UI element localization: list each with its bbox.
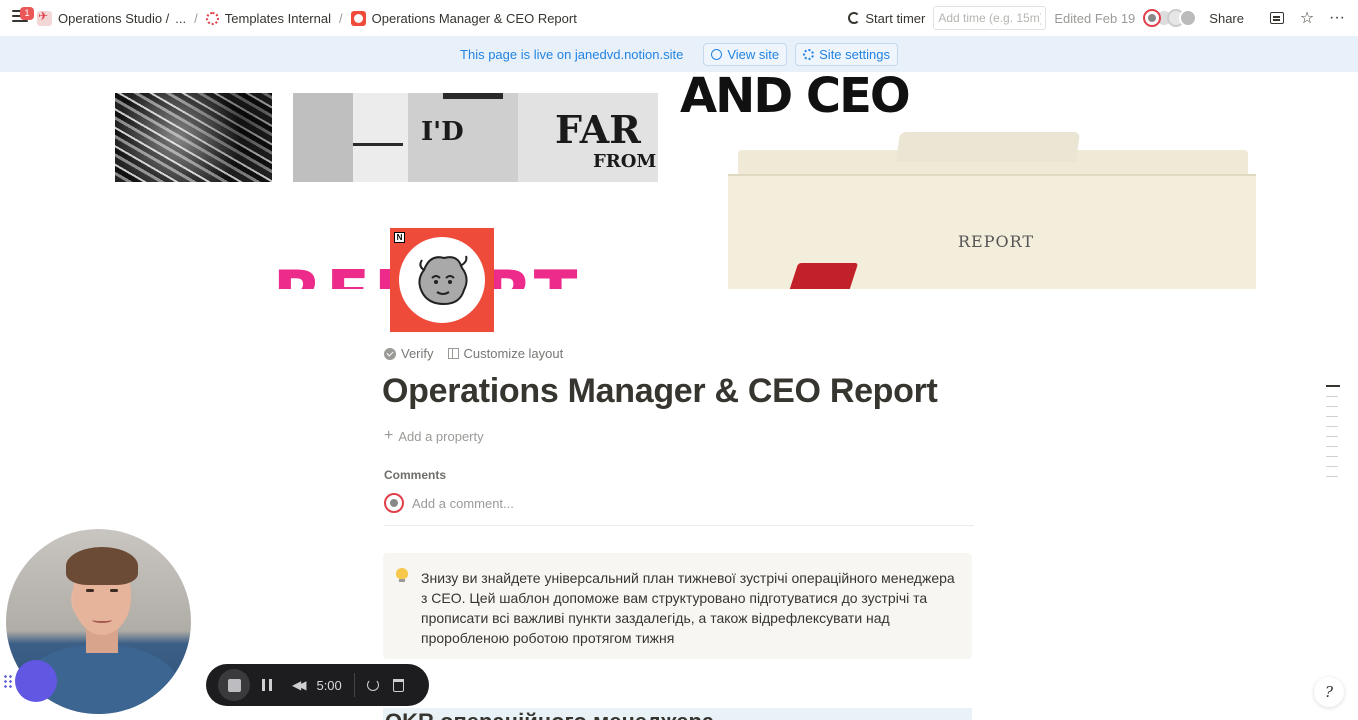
character-illustration-icon: [399, 237, 485, 323]
favorite-button[interactable]: ☆: [1292, 3, 1322, 33]
recorder-avatar-button[interactable]: [15, 660, 57, 702]
star-icon: ☆: [1299, 10, 1315, 27]
notion-logo-icon: N: [394, 232, 405, 243]
breadcrumb-label: Templates Internal: [224, 10, 331, 26]
comment-placeholder: Add a comment...: [412, 495, 514, 511]
collage-text: I'D: [421, 117, 464, 147]
customize-layout-label: Customize layout: [463, 346, 564, 361]
add-property-button[interactable]: + Add a property: [384, 427, 484, 445]
verify-button[interactable]: Verify: [384, 346, 434, 361]
dotted-circle-icon: [205, 11, 219, 25]
breadcrumb: Operations Studio / ... / Templates Inte…: [37, 0, 577, 36]
help-icon: ?: [1324, 683, 1334, 701]
lightbulb-icon: [396, 568, 408, 582]
avatar: [384, 493, 404, 513]
view-site-label: View site: [727, 46, 780, 62]
collage-text: FAR: [555, 107, 641, 152]
edited-timestamp[interactable]: Edited Feb 19: [1054, 11, 1135, 26]
recording-timer: 5:00: [316, 677, 342, 693]
drag-handle-icon[interactable]: [3, 674, 13, 688]
start-timer-label: Start timer: [865, 10, 926, 26]
page-avatar-icon: [350, 10, 366, 26]
live-site-text[interactable]: This page is live on janedvd.notion.site: [460, 47, 683, 62]
breadcrumb-item-templates-internal[interactable]: Templates Internal: [205, 10, 331, 26]
breadcrumb-item-ellipsis[interactable]: ...: [175, 11, 186, 26]
verify-label: Verify: [401, 346, 434, 361]
live-site-banner: This page is live on janedvd.notion.site…: [0, 36, 1358, 72]
cover-marble-texture: [115, 93, 272, 182]
rewind-button[interactable]: ◀◀: [292, 678, 307, 692]
page-icon[interactable]: N: [390, 228, 494, 332]
view-site-button[interactable]: View site: [703, 42, 788, 66]
breadcrumb-item-operations-studio[interactable]: Operations Studio /: [37, 9, 170, 26]
restart-button[interactable]: [366, 679, 379, 691]
comments-heading: Comments: [384, 468, 447, 482]
breadcrumb-label: ...: [175, 10, 187, 26]
globe-icon: [711, 48, 723, 60]
page-header-actions: Verify Customize layout: [384, 346, 563, 361]
time-input[interactable]: [933, 6, 1047, 30]
stop-recording-button[interactable]: [218, 669, 250, 701]
callout-text: Знизу ви знайдете універсальний план тиж…: [421, 570, 955, 646]
help-button[interactable]: ?: [1314, 677, 1344, 707]
folder-red-tab: [789, 263, 859, 289]
table-of-contents[interactable]: [1326, 385, 1340, 486]
cover-folder: REPORT: [728, 132, 1256, 289]
avatar: [1179, 9, 1198, 27]
delete-recording-button[interactable]: [392, 678, 404, 692]
gear-icon: [803, 48, 815, 60]
pause-button[interactable]: [262, 679, 272, 691]
add-property-label: Add a property: [398, 428, 484, 444]
top-bar: 1 Operations Studio / ... / Templates In…: [0, 0, 1358, 36]
site-settings-label: Site settings: [819, 46, 890, 62]
breadcrumb-item-current-page[interactable]: Operations Manager & CEO Report: [350, 10, 577, 26]
verified-check-icon: [384, 347, 396, 360]
airplane-icon: [37, 9, 52, 26]
divider: [353, 673, 355, 697]
collage-text: FROM: [593, 151, 657, 172]
notification-badge[interactable]: 1: [20, 7, 34, 20]
timer-icon: [848, 12, 861, 24]
callout-block[interactable]: Знизу ви знайдете універсальний план тиж…: [383, 553, 972, 659]
cover-collage: I'D FAR FROM: [293, 93, 658, 182]
customize-layout-button[interactable]: Customize layout: [447, 346, 564, 361]
site-settings-button[interactable]: Site settings: [795, 42, 898, 66]
start-timer-button[interactable]: Start timer: [848, 11, 925, 26]
more-options-button[interactable]: ···: [1322, 3, 1352, 33]
breadcrumb-separator: /: [339, 10, 343, 26]
comments-button[interactable]: [1262, 3, 1292, 33]
breadcrumb-separator: /: [194, 10, 198, 26]
stop-icon: [227, 678, 241, 692]
share-button[interactable]: Share: [1209, 11, 1244, 26]
section-heading[interactable]: OKR операційного менеджера: [383, 708, 972, 720]
comment-icon: [1270, 12, 1284, 24]
topbar-actions: Start timer Edited Feb 19 Share ☆ ···: [848, 0, 1358, 36]
collaborator-avatars[interactable]: [1143, 9, 1198, 27]
layout-icon: [447, 348, 459, 359]
page-title[interactable]: Operations Manager & CEO Report: [382, 372, 938, 411]
more-icon: ···: [1329, 9, 1345, 26]
cover-image[interactable]: I'D FAR FROM AND CEO REPORT REPORT: [0, 72, 1358, 289]
plus-icon: +: [384, 427, 394, 444]
breadcrumb-label: Operations Manager & CEO Report: [371, 10, 577, 26]
folder-label: REPORT: [958, 232, 1035, 251]
cover-headline: AND CEO: [680, 72, 911, 124]
comment-input[interactable]: Add a comment...: [384, 493, 974, 526]
breadcrumb-label: Operations Studio /: [58, 10, 170, 26]
recording-controls: ◀◀ 5:00: [206, 664, 429, 706]
